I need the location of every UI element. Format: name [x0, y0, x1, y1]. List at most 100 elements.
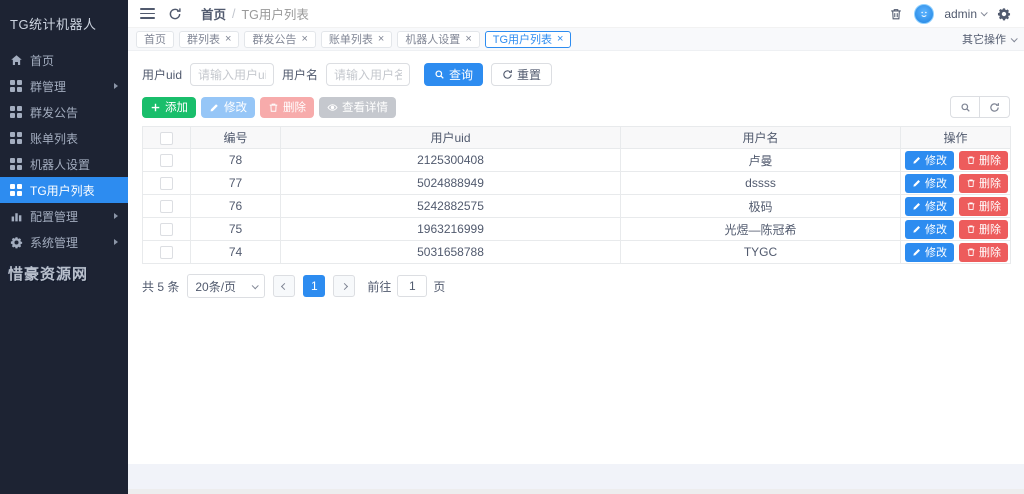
cell-ops: 修改删除 [901, 149, 1011, 172]
sidebar-item-bot-settings[interactable]: 机器人设置 [0, 151, 128, 177]
row-edit-button[interactable]: 修改 [905, 220, 954, 239]
column-header-ops: 操作 [901, 127, 1011, 149]
page-size-select[interactable]: 20条/页 [187, 274, 265, 298]
tab-group-list[interactable]: 群列表 × [179, 31, 239, 48]
cell-uid: 2125300408 [281, 149, 621, 172]
user-menu[interactable]: admin [944, 7, 986, 21]
view-detail-button-disabled[interactable]: 查看详情 [319, 97, 396, 118]
page-number-active[interactable]: 1 [303, 275, 325, 297]
collapse-menu-icon[interactable] [140, 7, 155, 21]
tab-bill-list[interactable]: 账单列表 × [321, 31, 392, 48]
tabs-more-label: 其它操作 [962, 31, 1006, 47]
goto-page: 前往 页 [367, 275, 445, 297]
goto-page-input[interactable] [397, 275, 427, 297]
sidebar-item-system-manage[interactable]: 系统管理 [0, 229, 128, 255]
refresh-icon [989, 102, 1000, 113]
select-all-checkbox[interactable] [160, 132, 173, 145]
trash-icon[interactable] [888, 6, 904, 22]
tabs-more-dropdown[interactable]: 其它操作 [952, 31, 1016, 47]
breadcrumb-separator: / [232, 7, 235, 21]
chevron-down-icon [252, 282, 259, 289]
row-edit-button[interactable]: 修改 [905, 174, 954, 193]
sidebar-item-tg-user-list[interactable]: TG用户列表 [0, 177, 128, 203]
pagination-total: 共 5 条 [142, 278, 179, 295]
reset-button[interactable]: 重置 [491, 63, 552, 86]
prev-page-button[interactable] [273, 275, 295, 297]
cell-id: 78 [191, 149, 281, 172]
sidebar-item-group-manage[interactable]: 群管理 [0, 73, 128, 99]
next-page-button[interactable] [333, 275, 355, 297]
trash-icon [966, 201, 976, 211]
row-checkbox[interactable] [160, 200, 173, 213]
cell-ops: 修改删除 [901, 241, 1011, 264]
sidebar-item-label: 群管理 [30, 78, 66, 95]
page-footer [128, 464, 1024, 494]
trash-icon [268, 102, 279, 113]
refresh-icon[interactable] [167, 6, 183, 22]
row-delete-button[interactable]: 删除 [959, 197, 1008, 216]
cell-uid: 1963216999 [281, 218, 621, 241]
table-header-row: 编号 用户uid 用户名 操作 [143, 127, 1011, 149]
row-checkbox[interactable] [160, 223, 173, 236]
trash-icon [966, 155, 976, 165]
grid-icon [10, 106, 23, 119]
breadcrumb-home[interactable]: 首页 [201, 4, 226, 23]
filter-bar: 用户uid 用户名 查询 重置 [142, 63, 1010, 86]
table-refresh-icon-button[interactable] [980, 96, 1010, 118]
search-button[interactable]: 查询 [424, 63, 483, 86]
row-checkbox[interactable] [160, 177, 173, 190]
trash-icon [966, 247, 976, 257]
add-button-label: 添加 [165, 99, 188, 115]
tab-home[interactable]: 首页 [136, 31, 174, 48]
edit-icon [912, 247, 922, 257]
delete-button-disabled[interactable]: 删除 [260, 97, 314, 118]
table-tools [950, 96, 1010, 118]
app-title: TG统计机器人 [0, 0, 128, 43]
tab-group-broadcast[interactable]: 群发公告 × [244, 31, 315, 48]
tab-label: 账单列表 [329, 31, 373, 47]
table-search-icon-button[interactable] [950, 96, 980, 118]
row-delete-button[interactable]: 删除 [959, 174, 1008, 193]
sidebar-item-config-manage[interactable]: 配置管理 [0, 203, 128, 229]
sidebar-item-bill-list[interactable]: 账单列表 [0, 125, 128, 151]
chevron-right-icon [114, 213, 118, 219]
sidebar-item-group-broadcast[interactable]: 群发公告 [0, 99, 128, 125]
name-filter-label: 用户名 [282, 66, 318, 83]
tab-tg-user-list[interactable]: TG用户列表 × [485, 31, 572, 48]
cell-id: 77 [191, 172, 281, 195]
select-all-cell [143, 127, 191, 149]
breadcrumb: 首页 / TG用户列表 [201, 4, 309, 23]
close-icon[interactable]: × [301, 34, 307, 45]
grid-icon [10, 132, 23, 145]
edit-button-disabled[interactable]: 修改 [201, 97, 255, 118]
uid-filter-input[interactable] [190, 63, 274, 86]
close-icon[interactable]: × [225, 34, 231, 45]
row-delete-button[interactable]: 删除 [959, 151, 1008, 170]
cell-ops: 修改删除 [901, 195, 1011, 218]
gear-icon[interactable] [996, 6, 1012, 22]
grid-icon [10, 158, 23, 171]
row-edit-button[interactable]: 修改 [905, 243, 954, 262]
row-checkbox[interactable] [160, 154, 173, 167]
close-icon[interactable]: × [557, 34, 563, 45]
page-content: 用户uid 用户名 查询 重置 添加 [128, 51, 1024, 464]
sidebar-item-label: 系统管理 [30, 234, 78, 251]
close-icon[interactable]: × [378, 34, 384, 45]
avatar[interactable] [914, 4, 934, 24]
delete-button-label: 删除 [283, 99, 306, 115]
edit-icon [209, 102, 220, 113]
name-filter-input[interactable] [326, 63, 410, 86]
tabs-bar: 首页 群列表 × 群发公告 × 账单列表 × 机器人设置 × TG用户列表 × [128, 28, 1024, 51]
pagination: 共 5 条 20条/页 1 前往 页 [142, 274, 1010, 298]
row-edit-button[interactable]: 修改 [905, 197, 954, 216]
add-button[interactable]: 添加 [142, 97, 196, 118]
row-delete-button[interactable]: 删除 [959, 220, 1008, 239]
sidebar-item-home[interactable]: 首页 [0, 47, 128, 73]
row-checkbox[interactable] [160, 246, 173, 259]
row-delete-button[interactable]: 删除 [959, 243, 1008, 262]
chevron-right-icon [114, 239, 118, 245]
tab-bot-settings[interactable]: 机器人设置 × [397, 31, 479, 48]
row-edit-button[interactable]: 修改 [905, 151, 954, 170]
close-icon[interactable]: × [465, 34, 471, 45]
cell-ops: 修改删除 [901, 218, 1011, 241]
